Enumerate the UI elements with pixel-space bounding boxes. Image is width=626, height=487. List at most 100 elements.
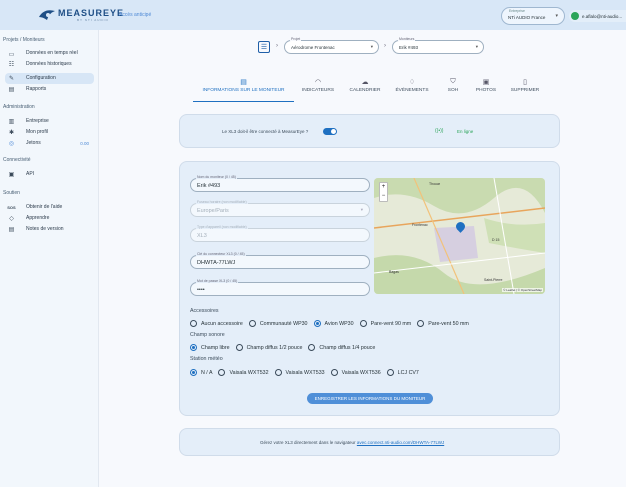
pen-icon: ✎ — [8, 76, 15, 82]
radio-lcj-cv7[interactable]: LCJ CV7 — [386, 369, 419, 376]
radio-circle — [313, 320, 321, 327]
project-select[interactable]: Projet Aérodrome Frontenac ▾ — [284, 37, 379, 54]
footer-text: Gérez votre XL3 directement dans le navi… — [260, 440, 444, 445]
zoom-in-button[interactable]: + — [380, 183, 387, 192]
chevron-down-icon: ▾ — [555, 13, 558, 19]
radio-no-accessory[interactable]: Aucun accessoire — [190, 320, 243, 327]
radio-label: N / A — [201, 369, 213, 376]
info-icon: ▤ — [240, 79, 247, 86]
chevron-down-icon: ▾ — [475, 44, 478, 49]
field-value: Europe/Paris — [197, 208, 229, 214]
connector-key-field[interactable]: Clé du connecteur XL3 (0 / 45) DHWTA-77L… — [190, 252, 370, 269]
monitor-select[interactable]: Moniteurs Erik #493 ▾ — [392, 37, 484, 54]
monitor-name-field[interactable]: Nom du moniteur (0 / 45) Erik #493 — [190, 175, 370, 192]
radio-label: Vaisala WXT532 — [229, 369, 269, 376]
sidebar-item-tokens[interactable]: ◎ Jetons 0.00 — [5, 138, 94, 149]
tab-delete[interactable]: ▯ SUPPRIMER — [507, 78, 543, 93]
radio-circle — [218, 369, 226, 376]
radio-free-field[interactable]: Champ libre — [190, 344, 230, 351]
zoom-out-button[interactable]: − — [380, 192, 387, 201]
radio-circle — [190, 369, 197, 376]
sidebar-item-label: Mon profil — [26, 128, 48, 135]
section-administration: Administration — [3, 104, 35, 110]
chevron-right-icon: › — [276, 43, 278, 49]
radio-label: Pare-vent 50 mm — [428, 320, 469, 327]
sidebar-item-help[interactable]: SOS Obtenir de l'aide — [5, 202, 94, 213]
user-menu[interactable]: e.aflalo@nti-audio... — [569, 10, 626, 22]
radio-circle — [235, 344, 243, 351]
sound-field-radio-group: Champ libre Champ diffus 1/2 pouce Champ… — [190, 344, 381, 351]
sidebar-item-api[interactable]: ▣ API — [5, 169, 94, 180]
tab-soh[interactable]: ⛉ SOH — [443, 78, 463, 93]
brand-subtitle: BY NTI AUDIO — [77, 18, 109, 22]
weather-station-title: Station météo — [190, 356, 223, 362]
connect-link[interactable]: avec.connect.nti-audio.com/DHWTA-77LWJ — [357, 440, 444, 445]
field-label: Clé du connecteur XL3 (0 / 45) — [196, 252, 246, 256]
radio-diffuse-quarter[interactable]: Champ diffus 1/4 pouce — [308, 344, 375, 351]
tab-monitor-info[interactable]: ▤ INFORMATIONS SUR LE MONITEUR — [193, 78, 294, 93]
map-label: D 15 — [492, 238, 500, 242]
radio-circle — [190, 320, 197, 327]
sidebar-item-release-notes[interactable]: ▤ Notes de version — [5, 224, 94, 235]
radio-airplane-wp30[interactable]: Avion WP30 — [313, 320, 354, 327]
location-map[interactable]: Thouar Frontenac Bagas Saint-Pierre D 15… — [374, 178, 545, 294]
connection-toggle[interactable] — [323, 128, 337, 135]
trash-icon: ▯ — [523, 79, 527, 86]
radio-wxt532[interactable]: Vaisala WXT532 — [218, 369, 269, 376]
shield-icon: ⛉ — [450, 78, 456, 85]
sidebar-item-label: Entreprise — [26, 117, 49, 124]
sidebar-item-learn[interactable]: ◇ Apprendre — [5, 213, 94, 224]
connection-card: Le XL3 doit-il être connecté à MeasurEye… — [179, 114, 560, 148]
map-tiles — [374, 178, 545, 294]
radio-wxt536[interactable]: Vaisala WXT536 — [330, 369, 381, 376]
map-attribution[interactable]: © Leaflet | © OpenStreetMap — [502, 288, 543, 292]
radio-weather-none[interactable]: N / A — [190, 369, 212, 376]
field-label: Mot de passe XL3 (0 / 45) — [196, 279, 239, 283]
measureye-logo-icon[interactable] — [38, 8, 56, 22]
sidebar-item-reports[interactable]: ▤ Rapports — [5, 84, 94, 95]
radio-circle — [248, 320, 256, 327]
status-badge: En ligne — [457, 129, 474, 134]
save-button[interactable]: ENREGISTRER LES INFORMATIONS DU MONITEUR — [307, 393, 433, 404]
radio-label: Aucun accessoire — [201, 320, 243, 327]
enterprise-select[interactable]: Entreprise NTi AUDIO France ▾ — [501, 7, 565, 25]
api-icon: ▣ — [8, 172, 15, 178]
tab-photos[interactable]: ▣ PHOTOS — [473, 78, 499, 93]
tab-label: SOH — [447, 88, 459, 93]
radio-label: Communauté WP30 — [259, 320, 308, 327]
password-field[interactable]: Mot de passe XL3 (0 / 45) •••• — [190, 279, 370, 296]
radio-circle — [359, 320, 367, 327]
sidebar-item-history[interactable]: ☷ Données historiques — [5, 59, 94, 70]
tab-label: PHOTOS — [475, 88, 497, 93]
radio-label: Vaisala WXT533 — [285, 369, 325, 376]
radio-windscreen-90[interactable]: Pare-vent 90 mm — [359, 320, 412, 327]
radio-label: Pare-vent 90 mm — [370, 320, 412, 327]
radio-diffuse-half[interactable]: Champ diffus 1/2 pouce — [235, 344, 302, 351]
sidebar: Projets / Moniteurs ▭ Données en temps r… — [0, 30, 99, 487]
tab-calendar[interactable]: ☁ CALENDRIER — [343, 78, 387, 93]
sos-icon: SOS — [7, 205, 16, 210]
connection-question: Le XL3 doit-il être connecté à MeasurEye… — [222, 129, 309, 134]
notes-icon: ▤ — [8, 227, 15, 233]
tab-events[interactable]: ♢ ÉVÉNEMENTS — [391, 78, 433, 93]
radio-community-wp30[interactable]: Communauté WP30 — [248, 320, 308, 327]
list-icon[interactable]: ☰ — [258, 41, 270, 53]
tokens-balance: 0.00 — [80, 141, 89, 146]
tab-bar: ▤ INFORMATIONS SUR LE MONITEUR ◠ INDICAT… — [193, 78, 553, 102]
tab-label: INDICATEURS — [301, 88, 335, 93]
tab-indicators[interactable]: ◠ INDICATEURS — [297, 78, 339, 93]
radio-wxt533[interactable]: Vaisala WXT533 — [274, 369, 325, 376]
sidebar-item-label: Jetons — [26, 139, 41, 146]
footer-message: Gérez votre XL3 directement dans le navi… — [260, 440, 356, 445]
radio-label: Vaisala WXT536 — [341, 369, 381, 376]
monitor-select-label: Moniteurs — [398, 37, 416, 41]
sidebar-item-configuration[interactable]: ✎ Configuration — [5, 73, 94, 84]
radio-circle — [190, 344, 197, 351]
sidebar-item-profile[interactable]: ✱ Mon profil — [5, 127, 94, 138]
map-label: Bagas — [389, 270, 399, 274]
radio-windscreen-50[interactable]: Pare-vent 50 mm — [417, 320, 469, 327]
field-value: Erik #493 — [197, 183, 221, 189]
sidebar-item-enterprise[interactable]: ▥ Entreprise — [5, 116, 94, 127]
map-zoom-control[interactable]: + − — [379, 182, 388, 202]
field-value: DHWTA-77LWJ — [197, 260, 236, 266]
